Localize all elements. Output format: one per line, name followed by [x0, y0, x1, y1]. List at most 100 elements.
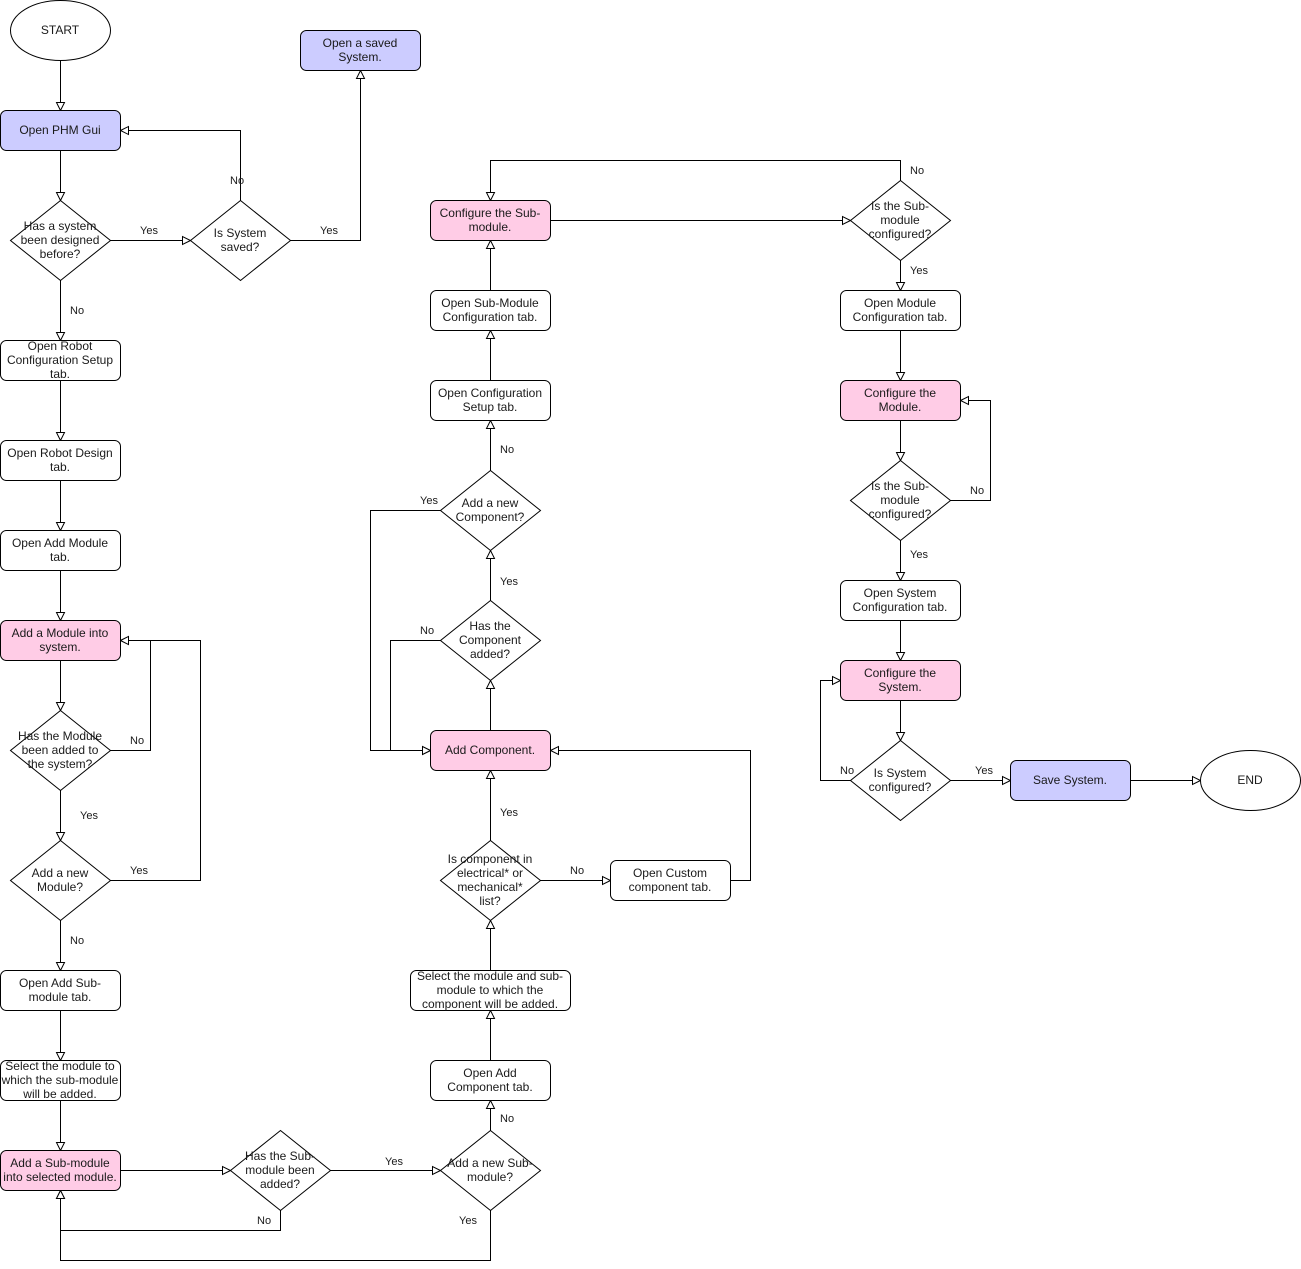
- connector-line: [490, 160, 901, 201]
- node-add-new-submodule[interactable]: Add a new Sub-module?: [439, 1129, 542, 1212]
- arrowhead-icon: [355, 69, 366, 79]
- arrowhead-icon: [485, 679, 496, 689]
- node-label-line: System.: [878, 680, 921, 694]
- node-label: Open Module Configuration tab.: [853, 296, 948, 324]
- arrowhead-icon: [602, 875, 612, 886]
- connector-line: [290, 70, 361, 241]
- node-open-add-submodule[interactable]: Open Add Sub-module tab.: [0, 970, 121, 1011]
- edge-label: Yes: [420, 495, 438, 507]
- node-open-phm-gui[interactable]: Open PHM Gui: [0, 110, 121, 151]
- arrowhead-icon: [222, 1165, 232, 1176]
- node-label: Add Component.: [445, 743, 535, 757]
- edge-add-new-module-to-open-add-submodule: [55, 920, 66, 972]
- edge-start-to-open-phm-gui: [55, 60, 66, 112]
- edge-is-system-saved-to-open-phm-gui: [119, 125, 241, 201]
- node-component-in-list[interactable]: Is component in electrical* or mechanical*…: [439, 839, 542, 922]
- node-label-line: Has the Sub-: [245, 1149, 315, 1163]
- node-label-line: Configure the: [864, 386, 936, 400]
- node-open-add-component[interactable]: Open Add Component tab.: [430, 1060, 551, 1101]
- arrowhead-icon: [55, 192, 66, 202]
- node-save-system[interactable]: Save System.: [1010, 760, 1131, 801]
- node-label-line: Configure the Sub-: [440, 206, 541, 220]
- arrowhead-icon: [832, 675, 842, 686]
- arrowhead-icon: [485, 329, 496, 339]
- node-submodule-configured-1[interactable]: Is the Sub-module configured?: [849, 179, 952, 262]
- node-label-line: Module.: [879, 400, 922, 414]
- node-label-line: Configure the: [864, 666, 936, 680]
- arrowhead-icon: [895, 652, 906, 662]
- node-add-component[interactable]: Add Component.: [430, 730, 551, 771]
- arrowhead-icon: [959, 395, 969, 406]
- node-label-line: will be added.: [22, 1087, 96, 1101]
- node-label-line: configured?: [869, 507, 932, 521]
- node-configure-system[interactable]: Configure the System.: [840, 660, 961, 701]
- node-configure-submodule[interactable]: Configure the Sub-module.: [430, 200, 551, 241]
- node-select-module-submodule[interactable]: Select the module and sub-module to whic…: [410, 969, 571, 1011]
- edge-add-component-to-component-added: [485, 679, 496, 731]
- node-system-configured[interactable]: Is System configured?: [849, 739, 952, 822]
- node-add-new-component[interactable]: Add a new Component?: [439, 469, 542, 552]
- node-label-line: Configuration tab.: [853, 310, 948, 324]
- edge-label: Yes: [500, 807, 518, 819]
- edge-open-module-config-to-configure-module: [895, 330, 906, 382]
- node-open-robot-design[interactable]: Open Robot Design tab.: [0, 440, 121, 481]
- node-open-saved-system[interactable]: Open a saved System.: [300, 30, 421, 71]
- edge-label: Yes: [320, 225, 338, 237]
- edge-component-in-list-to-open-custom-component: [540, 875, 612, 886]
- node-label: Is System configured?: [869, 766, 932, 794]
- edge-component-in-list-to-add-component: [485, 769, 496, 841]
- node-open-config-setup[interactable]: Open Configuration Setup tab.: [430, 380, 551, 421]
- node-open-module-config[interactable]: Open Module Configuration tab.: [840, 290, 961, 331]
- node-label-line: module.: [469, 220, 512, 234]
- edge-open-phm-gui-to-has-system-designed: [55, 150, 66, 202]
- node-label-line: component will be added.: [422, 997, 558, 1011]
- node-start[interactable]: START: [10, 0, 111, 61]
- arrowhead-icon: [55, 1189, 66, 1199]
- nodes-layer: START Open PHM Gui Open a saved System. Has …: [0, 0, 1301, 1212]
- node-label-line: mechanical*: [457, 880, 523, 894]
- edge-label: Yes: [459, 1215, 477, 1227]
- node-label-line: Open System: [864, 586, 937, 600]
- node-end[interactable]: END: [1200, 750, 1301, 811]
- arrowhead-icon: [895, 372, 906, 382]
- node-submodule-added[interactable]: Has the Sub-module been added?: [229, 1129, 332, 1212]
- node-open-robot-config-setup[interactable]: Open Robot Configuration Setup tab.: [0, 339, 121, 381]
- edge-add-module-to-module-added: [55, 660, 66, 712]
- node-label-line: Configuration tab.: [443, 310, 538, 324]
- node-submodule-configured-2[interactable]: Is the Sub-module configured?: [849, 459, 952, 542]
- node-select-module[interactable]: Select the module to which the sub-module…: [0, 1059, 121, 1101]
- node-label-line: Open PHM Gui: [19, 123, 100, 137]
- edge-label: No: [70, 305, 84, 317]
- node-add-new-module[interactable]: Add a new Module?: [9, 839, 112, 922]
- node-open-system-config[interactable]: Open System Configuration tab.: [840, 580, 961, 621]
- arrowhead-icon: [842, 215, 852, 226]
- edge-label: Yes: [910, 549, 928, 561]
- edge-label: Yes: [385, 1156, 403, 1168]
- node-module-added[interactable]: Has the Module been added to the system?: [9, 709, 112, 792]
- node-add-submodule[interactable]: Add a Sub-module into selected module.: [0, 1150, 121, 1191]
- connector-line: [110, 640, 201, 881]
- arrowhead-icon: [55, 832, 66, 842]
- arrowhead-icon: [485, 919, 496, 929]
- node-add-module[interactable]: Add a Module into system.: [0, 620, 121, 661]
- edge-label: No: [257, 1215, 271, 1227]
- arrowhead-icon: [1192, 775, 1202, 786]
- arrowhead-icon: [895, 282, 906, 292]
- arrowhead-icon: [55, 432, 66, 442]
- node-configure-module[interactable]: Configure the Module.: [840, 380, 961, 421]
- node-label-line: added?: [260, 1177, 300, 1191]
- flowchart-canvas: START Open PHM Gui Open a saved System. Has …: [0, 0, 1301, 1261]
- connector-line: [60, 1190, 281, 1231]
- node-open-add-module[interactable]: Open Add Module tab.: [0, 530, 121, 571]
- node-label-line: module: [880, 213, 920, 227]
- node-label-line: Is System: [214, 226, 267, 240]
- node-open-submodule-config[interactable]: Open Sub-Module Configuration tab.: [430, 290, 551, 331]
- node-open-custom-component[interactable]: Open Custom component tab.: [610, 860, 731, 901]
- node-component-added[interactable]: Has the Component added?: [439, 599, 542, 682]
- edge-open-system-config-to-configure-system: [895, 620, 906, 662]
- node-label-line: Open Sub-Module: [441, 296, 539, 310]
- node-label-line: Has the Module: [18, 729, 102, 743]
- node-has-system-designed[interactable]: Has a system been designed before?: [9, 199, 112, 282]
- node-is-system-saved[interactable]: Is System saved?: [189, 199, 292, 282]
- edge-configure-system-to-system-configured: [895, 700, 906, 742]
